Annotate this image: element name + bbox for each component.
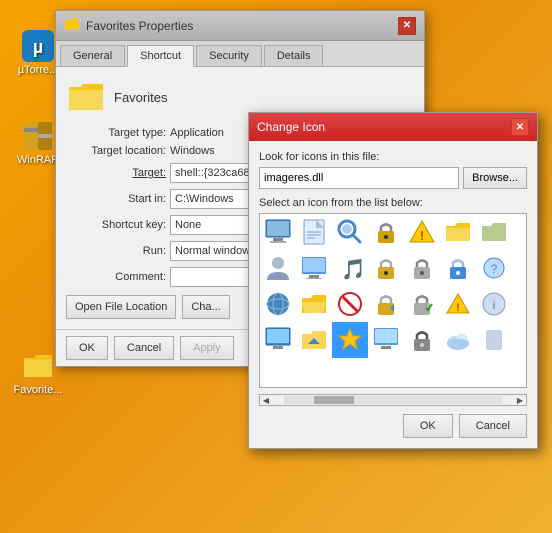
- icon-cell-27[interactable]: [476, 322, 512, 358]
- icon-cell-14[interactable]: [260, 286, 296, 322]
- icon-cell-13[interactable]: ?: [476, 250, 512, 286]
- icon-cell-11[interactable]: [404, 250, 440, 286]
- svg-text:?: ?: [491, 262, 498, 276]
- icon-cell-0[interactable]: [260, 214, 296, 250]
- desktop-icon-label: Favorite...: [14, 384, 63, 396]
- icon-cell-17[interactable]: [368, 286, 404, 322]
- tab-general[interactable]: General: [60, 45, 125, 66]
- icon-cell-9[interactable]: 🎵: [332, 250, 368, 286]
- icon-cell-1[interactable]: [296, 214, 332, 250]
- change-icon-dialog: Change Icon ✕ Look for icons in this fil…: [248, 112, 538, 449]
- browse-button[interactable]: Browse...: [463, 167, 527, 189]
- icon-cell-star-selected[interactable]: [332, 322, 368, 358]
- icon-cell-3[interactable]: [368, 214, 404, 250]
- change-icon-titlebar: Change Icon ✕: [249, 113, 537, 141]
- utorrent-icon: µ: [22, 30, 54, 62]
- icon-name-row: Favorites: [66, 77, 414, 117]
- svg-text:🎵: 🎵: [341, 258, 364, 281]
- scroll-track: [284, 396, 502, 404]
- target-label: Target:: [66, 167, 166, 179]
- icon-name-label: Favorites: [114, 90, 167, 105]
- icon-cell-6[interactable]: [476, 214, 512, 250]
- titlebar-icon: [64, 16, 80, 35]
- favorites-titlebar: Favorites Properties ✕: [56, 11, 424, 41]
- icon-row-4: [260, 322, 526, 358]
- open-file-location-button[interactable]: Open File Location: [66, 295, 176, 319]
- folder-icon-display: [66, 77, 106, 117]
- favorites-dialog-title: Favorites Properties: [86, 19, 193, 33]
- icon-cell-16[interactable]: [332, 286, 368, 322]
- file-row: Browse...: [259, 167, 527, 189]
- icon-cell-18[interactable]: [404, 286, 440, 322]
- change-icon-button[interactable]: Cha...: [182, 295, 229, 319]
- svg-text:i: i: [493, 298, 496, 312]
- tab-security[interactable]: Security: [196, 45, 262, 66]
- change-icon-footer: OK Cancel: [259, 414, 527, 438]
- icon-cell-26[interactable]: [440, 322, 476, 358]
- icon-cell-10[interactable]: [368, 250, 404, 286]
- icon-scrollbar[interactable]: ◀ ▶: [259, 394, 527, 406]
- shortcut-key-label: Shortcut key:: [66, 219, 166, 231]
- change-icon-ok-button[interactable]: OK: [403, 414, 453, 438]
- icon-cell-2[interactable]: [332, 214, 368, 250]
- icon-grid: !: [259, 213, 527, 388]
- svg-text:!: !: [420, 228, 424, 243]
- icon-cell-7[interactable]: [260, 250, 296, 286]
- favorites-close-button[interactable]: ✕: [398, 17, 416, 35]
- icon-cell-21[interactable]: [260, 322, 296, 358]
- target-location-label: Target location:: [66, 145, 166, 157]
- target-type-label: Target type:: [66, 127, 166, 139]
- file-input[interactable]: [259, 167, 459, 189]
- winrar-icon: [22, 120, 54, 152]
- file-label: Look for icons in this file:: [259, 151, 527, 163]
- select-label: Select an icon from the list below:: [259, 197, 527, 209]
- tab-shortcut[interactable]: Shortcut: [127, 45, 194, 67]
- icon-cell-22[interactable]: [296, 322, 332, 358]
- favorites-icon: [22, 350, 54, 382]
- desktop-icon-label: µTorre...: [18, 64, 59, 76]
- dialog-tabs: General Shortcut Security Details: [56, 41, 424, 67]
- icon-cell-24[interactable]: [368, 322, 404, 358]
- scroll-left-button[interactable]: ◀: [260, 394, 272, 406]
- icon-cell-25[interactable]: [404, 322, 440, 358]
- icon-cell-20[interactable]: i: [476, 286, 512, 322]
- change-icon-close-button[interactable]: ✕: [511, 118, 529, 136]
- icon-row-1: !: [260, 214, 526, 250]
- run-label: Run:: [66, 245, 166, 257]
- change-icon-cancel-button[interactable]: Cancel: [459, 414, 527, 438]
- icon-row-3: ! i: [260, 286, 526, 322]
- icon-cell-8[interactable]: [296, 250, 332, 286]
- favorites-apply-button[interactable]: Apply: [180, 336, 234, 360]
- target-type-value: Application: [170, 127, 224, 139]
- tab-details[interactable]: Details: [264, 45, 324, 66]
- icon-cell-12[interactable]: [440, 250, 476, 286]
- comment-label: Comment:: [66, 271, 166, 283]
- target-location-value: Windows: [170, 145, 215, 157]
- svg-text:µ: µ: [33, 37, 43, 57]
- icon-cell-4[interactable]: !: [404, 214, 440, 250]
- change-icon-body: Look for icons in this file: Browse... S…: [249, 141, 537, 448]
- icon-cell-19[interactable]: !: [440, 286, 476, 322]
- icon-cell-15[interactable]: [296, 286, 332, 322]
- icon-row-2: 🎵: [260, 250, 526, 286]
- favorites-ok-button[interactable]: OK: [66, 336, 108, 360]
- favorites-cancel-button[interactable]: Cancel: [114, 336, 174, 360]
- scroll-thumb[interactable]: [314, 396, 354, 404]
- svg-text:!: !: [456, 302, 460, 314]
- start-in-label: Start in:: [66, 193, 166, 205]
- icon-cell-5[interactable]: [440, 214, 476, 250]
- change-icon-dialog-title: Change Icon: [257, 120, 325, 134]
- desktop-icon-label: WinRAR: [17, 154, 59, 166]
- scroll-right-button[interactable]: ▶: [514, 394, 526, 406]
